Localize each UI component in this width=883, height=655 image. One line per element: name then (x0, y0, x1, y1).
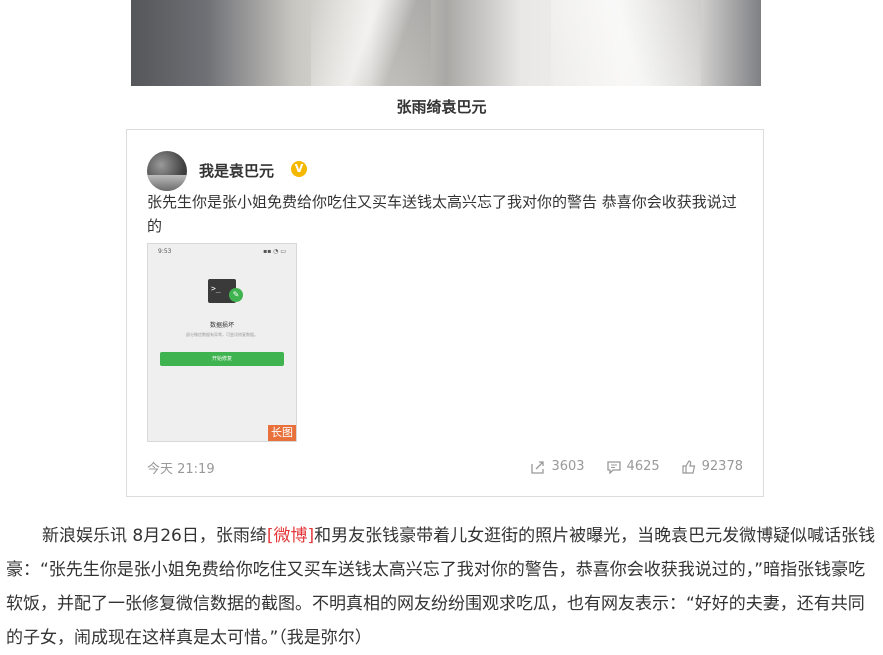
like-count: 92378 (701, 459, 743, 474)
avatar[interactable] (147, 151, 187, 191)
thumb-status-icons: ▪▪ ◔ ▭ (263, 248, 286, 255)
thumb-status-time: 9:53 (158, 248, 172, 255)
article-lead: 新浪娱乐讯 8月26日，张雨绮 (42, 526, 267, 546)
thumb-desc: 部分微信数据有异常，可尝试修复数据。 (186, 332, 258, 337)
weibo-link[interactable]: [微博] (267, 526, 314, 546)
share-stat[interactable]: 3603 (531, 459, 585, 474)
like-stat[interactable]: 92378 (682, 459, 743, 474)
article-paragraph: 新浪娱乐讯 8月26日，张雨绮[微博]和男友张钱豪带着儿女逛街的照片被曝光，当晚… (6, 519, 880, 655)
thumb-title: 数据损坏 (209, 322, 234, 329)
weibo-username[interactable]: 我是袁巴元 (199, 160, 274, 181)
verified-badge-icon: V (291, 161, 307, 177)
photo-suit-highlight (551, 0, 701, 86)
post-time: 今天 21:19 (147, 462, 215, 477)
comment-stat[interactable]: 4625 (606, 459, 660, 474)
long-image-badge: 长图 (268, 425, 296, 441)
photo-caption: 张雨绮袁巴元 (396, 98, 487, 116)
thumb-repair-button: 开始修复 (160, 352, 284, 366)
post-image-thumbnail[interactable]: 9:53 ▪▪ ◔ ▭ >_ ✎ 数据损坏 部分微信数据有异常，可尝试修复数据。… (147, 243, 297, 442)
share-count: 3603 (551, 459, 585, 474)
article-photo (131, 0, 761, 86)
share-icon (531, 460, 545, 474)
thumbs-up-icon (682, 459, 696, 474)
comment-icon (606, 460, 621, 474)
weibo-post-text: 张先生你是张小姐免费给你吃住又买车送钱太高兴忘了我对你的警告 恭喜你会收获我说过… (147, 193, 737, 235)
wrench-icon: ✎ (229, 288, 243, 302)
post-stats: 3603 4625 92378 (531, 459, 743, 474)
weibo-embed-card[interactable]: 我是袁巴元 V 张先生你是张小姐免费给你吃住又买车送钱太高兴忘了我对你的警告 恭… (126, 129, 764, 497)
comment-count: 4625 (626, 459, 660, 474)
photo-dress-highlight (311, 0, 431, 86)
